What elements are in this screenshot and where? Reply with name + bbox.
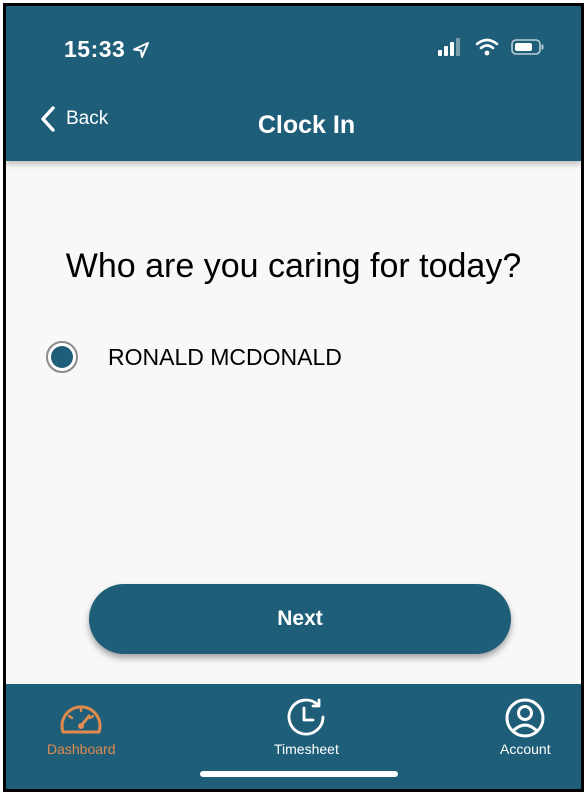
user-circle-icon (505, 698, 545, 738)
status-icons (437, 38, 545, 56)
tab-account[interactable]: Account (500, 698, 551, 757)
header: 15:33 Back Clock In (6, 6, 581, 161)
back-button[interactable]: Back (40, 106, 108, 132)
tab-account-label: Account (500, 741, 551, 757)
phone-screen: 15:33 Back Clock In Who are you caring f… (3, 3, 584, 792)
question-heading: Who are you caring for today? (65, 247, 522, 285)
client-option-radio[interactable]: RONALD MCDONALD (46, 341, 342, 373)
bottom-tab-bar: Dashboard Timesheet Account (6, 684, 581, 789)
location-arrow-icon (133, 41, 150, 58)
wifi-icon (475, 38, 499, 56)
next-button-label: Next (277, 607, 323, 630)
tab-dashboard-label: Dashboard (47, 741, 116, 757)
chevron-left-icon (41, 106, 55, 132)
cellular-signal-icon (438, 38, 460, 56)
tab-dashboard[interactable]: Dashboard (47, 698, 116, 757)
status-bar-time: 15:33 (64, 36, 151, 63)
back-label: Back (66, 108, 109, 129)
client-name-label: RONALD MCDONALD (108, 343, 342, 370)
speedometer-icon (60, 705, 102, 734)
status-time-text: 15:33 (64, 36, 126, 62)
page-title: Clock In (257, 111, 356, 139)
tab-timesheet[interactable]: Timesheet (274, 698, 339, 757)
radio-selected-dot (51, 346, 73, 368)
tab-timesheet-label: Timesheet (274, 741, 339, 757)
clock-icon (288, 698, 325, 736)
home-indicator[interactable] (200, 771, 398, 777)
battery-icon (511, 39, 544, 55)
next-button[interactable]: Next (89, 584, 511, 654)
radio-button-selected[interactable] (46, 341, 78, 373)
